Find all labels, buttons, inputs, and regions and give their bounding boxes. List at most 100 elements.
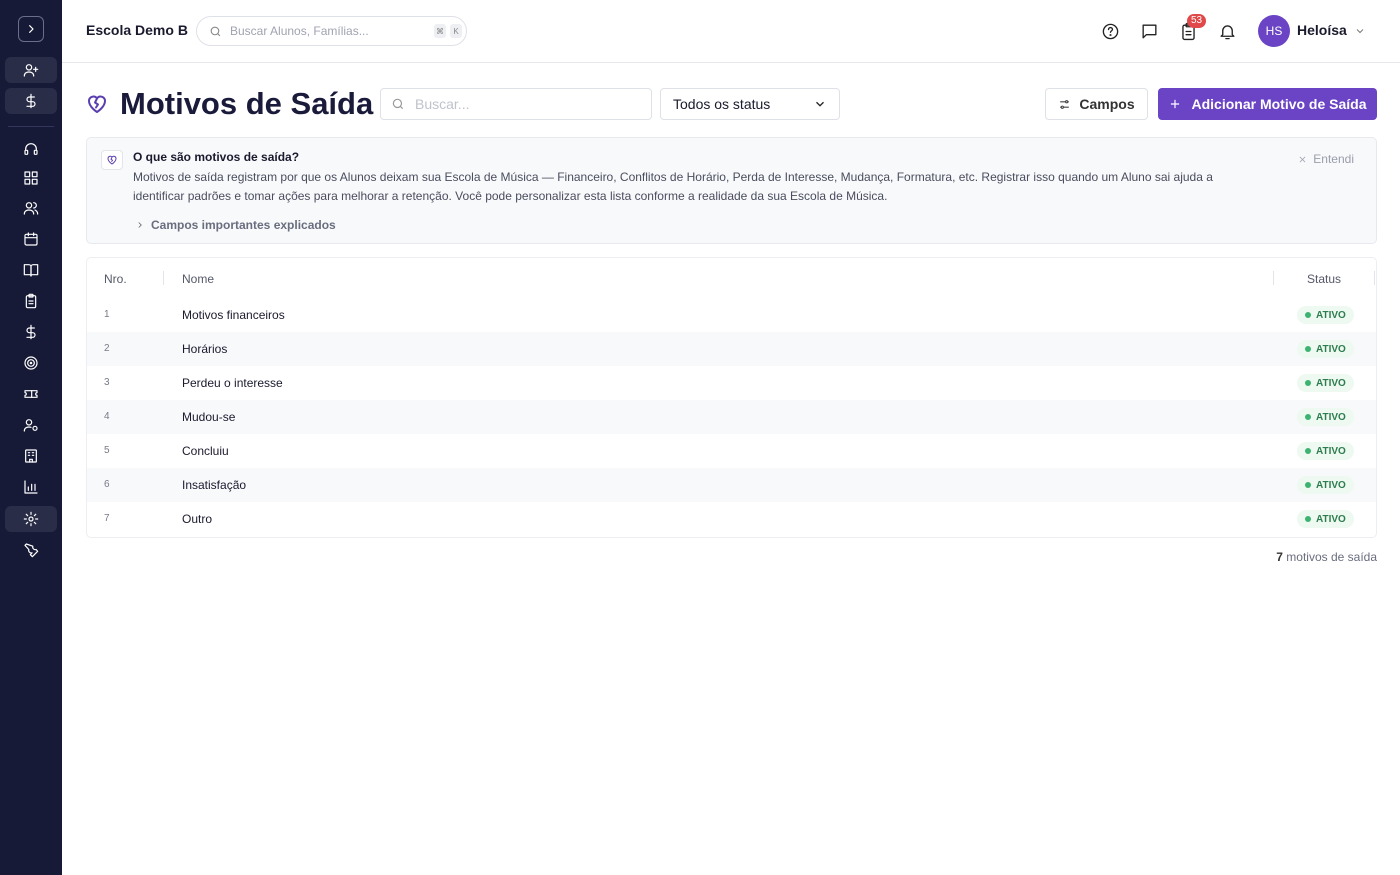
status-label: ATIVO [1316, 513, 1346, 525]
table-row[interactable]: 2 Horários ATIVO [87, 332, 1376, 366]
sidebar-item-settings[interactable] [5, 506, 57, 532]
status-dot [1305, 312, 1311, 318]
important-fields-toggle[interactable]: Campos importantes explicados [135, 218, 336, 232]
sidebar-item-dashboard[interactable] [5, 165, 57, 191]
chevron-right-icon [29, 25, 34, 33]
important-fields-label: Campos importantes explicados [151, 218, 336, 232]
search-icon [210, 26, 221, 36]
row-name[interactable]: Motivos financeiros [182, 308, 285, 322]
messages-button[interactable] [1138, 20, 1160, 42]
dollar-icon [26, 93, 36, 109]
ticket-icon [24, 390, 38, 398]
sidebar-item-tickets[interactable] [5, 381, 57, 407]
column-header-nro[interactable]: Nro. [104, 272, 127, 286]
column-header-nome[interactable]: Nome [182, 272, 214, 286]
table-row[interactable]: 5 Concluiu ATIVO [87, 434, 1376, 468]
gear-icon [23, 511, 39, 527]
tasks-button[interactable]: 53 [1177, 14, 1207, 42]
sidebar-item-tools[interactable] [5, 537, 57, 563]
row-number: 7 [104, 513, 110, 524]
fields-button[interactable]: Campos [1045, 88, 1148, 120]
table-row[interactable]: 7 Outro ATIVO [87, 502, 1376, 536]
status-badge: ATIVO [1297, 510, 1354, 528]
sidebar-item-add-student[interactable] [5, 57, 57, 83]
sidebar-item-support[interactable] [5, 136, 57, 162]
avatar[interactable]: HS [1258, 15, 1290, 47]
global-search-placeholder: Buscar Alunos, Famílias... [230, 24, 369, 38]
status-label: ATIVO [1316, 479, 1346, 491]
search-input[interactable]: Buscar... [380, 88, 652, 120]
user-menu-toggle[interactable] [1354, 24, 1366, 42]
column-header-status[interactable]: Status [1307, 272, 1341, 286]
table-row[interactable]: 1 Motivos financeiros ATIVO [87, 298, 1376, 332]
info-banner: O que são motivos de saída? Motivos de s… [86, 137, 1377, 244]
row-name[interactable]: Horários [182, 342, 227, 356]
sidebar-item-goals[interactable] [5, 350, 57, 376]
table-row[interactable]: 3 Perdeu o interesse ATIVO [87, 366, 1376, 400]
status-dot [1305, 380, 1311, 386]
table-row[interactable]: 6 Insatisfação ATIVO [87, 468, 1376, 502]
row-name[interactable]: Concluiu [182, 444, 229, 458]
table-header: Nro. Nome Status [87, 258, 1376, 298]
sidebar-divider [8, 126, 54, 127]
column-divider[interactable] [1374, 271, 1375, 285]
status-dot [1305, 516, 1311, 522]
heart-crack-icon [85, 92, 109, 121]
dismiss-info-button[interactable]: Entendi [1298, 152, 1354, 166]
status-filter-select[interactable]: Todos os status [660, 88, 840, 120]
sidebar-item-attendance[interactable] [5, 288, 57, 314]
heart-crack-icon [101, 150, 123, 170]
target-icon [24, 356, 38, 370]
chevron-down-icon [1356, 29, 1364, 34]
sidebar-item-finance[interactable] [5, 319, 57, 345]
tasks-count-badge: 53 [1187, 14, 1207, 28]
sidebar-item-payment[interactable] [5, 88, 57, 114]
row-name[interactable]: Outro [182, 512, 212, 526]
headset-icon [24, 143, 38, 155]
row-number: 6 [104, 479, 110, 490]
status-badge: ATIVO [1297, 442, 1354, 460]
row-name[interactable]: Perdeu o interesse [182, 376, 283, 390]
sidebar-item-students[interactable] [5, 195, 57, 221]
calendar-icon [24, 232, 38, 246]
table-row[interactable]: 4 Mudou-se ATIVO [87, 400, 1376, 434]
bar-chart-icon [24, 480, 38, 494]
sidebar-item-calendar[interactable] [5, 226, 57, 252]
sidebar-item-user-settings[interactable] [5, 412, 57, 438]
column-divider[interactable] [1273, 271, 1274, 285]
clipboard-icon [25, 293, 37, 309]
status-label: ATIVO [1316, 309, 1346, 321]
building-icon [25, 449, 37, 463]
help-button[interactable] [1099, 20, 1121, 42]
sidebar-item-reports[interactable] [5, 474, 57, 500]
status-dot [1305, 448, 1311, 454]
row-number: 3 [104, 377, 110, 388]
sidebar-item-school[interactable] [5, 443, 57, 469]
dollar-icon [26, 324, 36, 340]
sidebar [0, 0, 62, 875]
notifications-button[interactable] [1216, 20, 1238, 42]
row-number: 2 [104, 343, 110, 354]
user-name[interactable]: Heloísa [1297, 22, 1347, 38]
book-open-icon [23, 264, 39, 277]
page-title: Motivos de Saída [120, 86, 374, 121]
sidebar-expand-button[interactable] [18, 16, 44, 42]
row-name[interactable]: Mudou-se [182, 410, 235, 424]
chevron-right-icon [138, 222, 142, 228]
row-number: 5 [104, 445, 110, 456]
status-label: ATIVO [1316, 411, 1346, 423]
kbd-k: K [450, 24, 462, 38]
add-button-label: Adicionar Motivo de Saída [1191, 96, 1367, 112]
plus-icon [1171, 99, 1180, 109]
fields-button-label: Campos [1079, 96, 1135, 112]
row-name[interactable]: Insatisfação [182, 478, 246, 492]
sidebar-item-courses[interactable] [5, 257, 57, 283]
status-label: ATIVO [1316, 445, 1346, 457]
column-divider[interactable] [163, 271, 164, 285]
add-exit-reason-button[interactable]: Adicionar Motivo de Saída [1158, 88, 1377, 120]
users-icon [23, 202, 39, 215]
user-plus-icon [23, 64, 39, 77]
global-search-input[interactable]: Buscar Alunos, Famílias... ⌘ K [196, 16, 467, 46]
status-label: ATIVO [1316, 377, 1346, 389]
result-count: 7 motivos de saída [1276, 550, 1377, 564]
